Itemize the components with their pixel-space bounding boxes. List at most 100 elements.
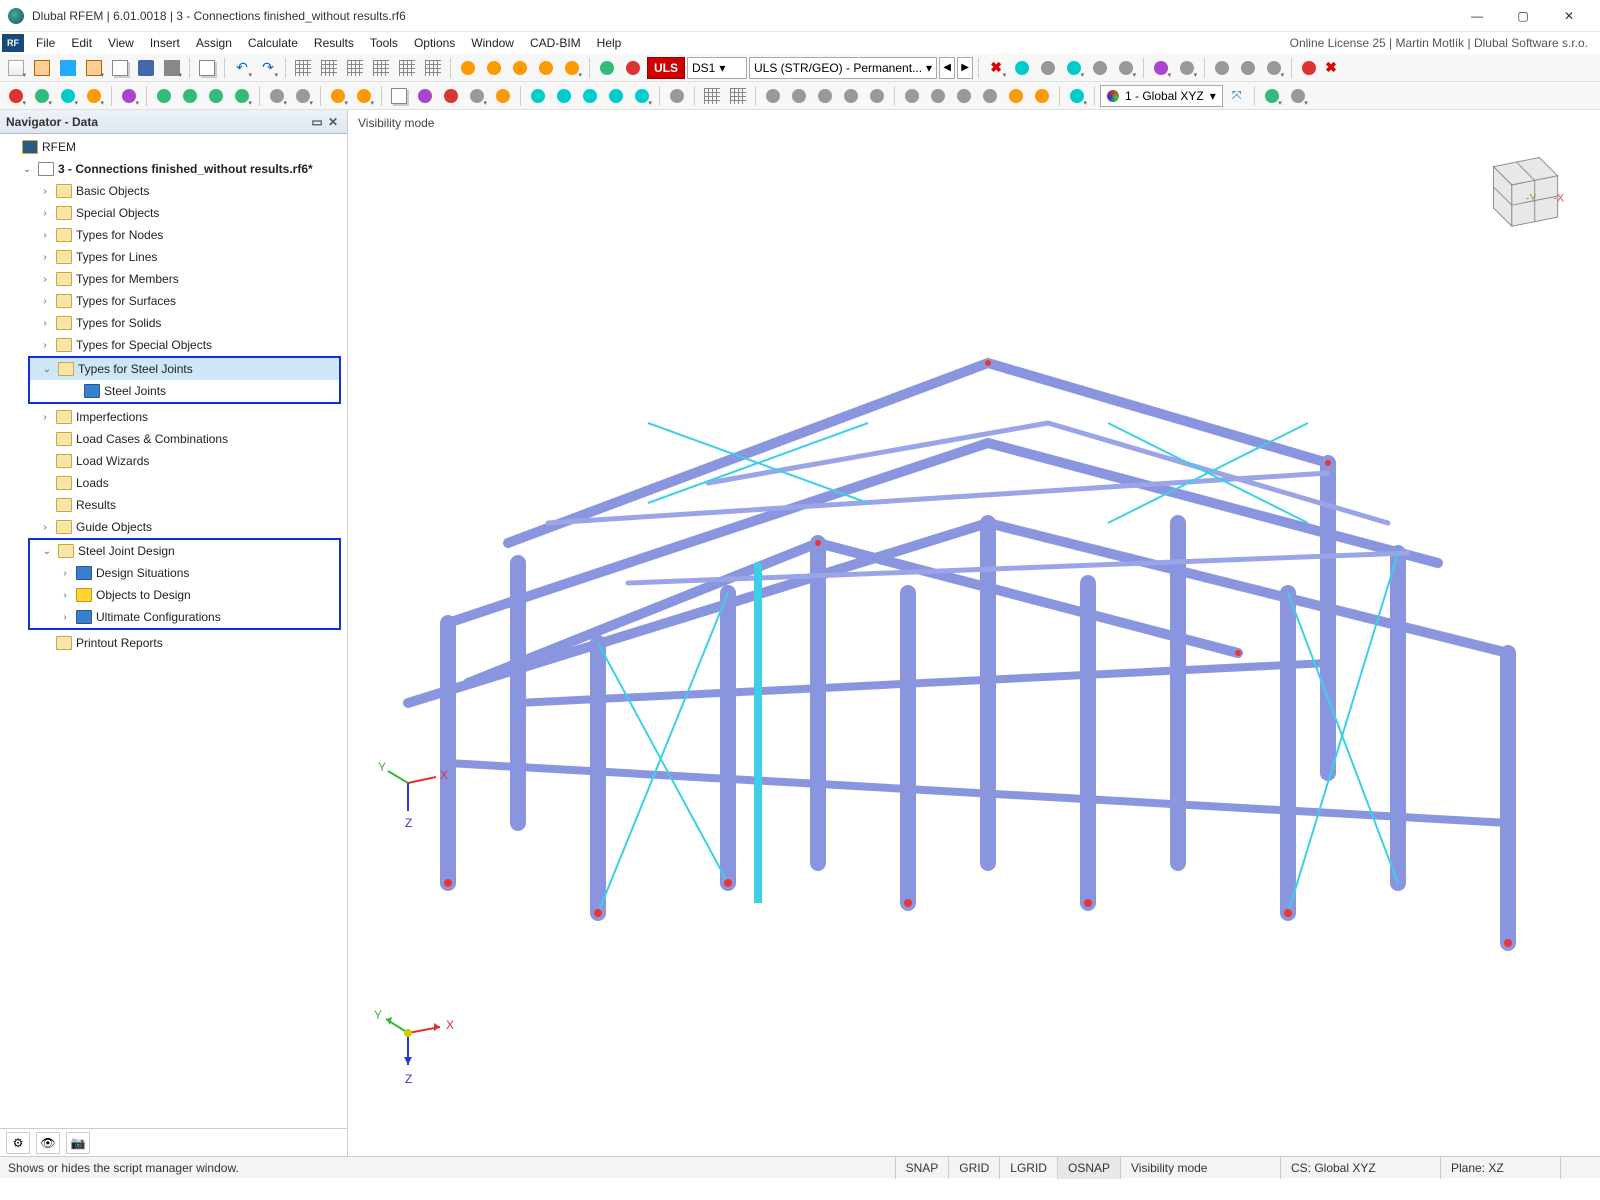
grid-toggle[interactable]: GRID [948, 1157, 999, 1179]
render-button[interactable] [1149, 56, 1173, 80]
block-button[interactable] [56, 56, 80, 80]
camera-button[interactable]: 📷 [66, 1132, 90, 1154]
hinge-button[interactable] [152, 84, 176, 108]
design-type-combo[interactable]: ULS [647, 57, 685, 79]
menu-view[interactable]: View [100, 34, 142, 52]
plane-yz-button[interactable] [952, 84, 976, 108]
zoom-button[interactable] [482, 56, 506, 80]
load-force-button[interactable] [326, 84, 350, 108]
cs-edit-button[interactable] [1225, 84, 1249, 108]
navigator-float-button[interactable]: ▭ [309, 114, 325, 130]
track-button[interactable] [813, 84, 837, 108]
save-button[interactable] [134, 56, 158, 80]
snap-toggle[interactable]: SNAP [895, 1157, 949, 1179]
cs-combo[interactable]: 1 - Global XYZ▾ [1100, 85, 1223, 107]
menu-assign[interactable]: Assign [188, 34, 240, 52]
clip-button[interactable] [1236, 56, 1260, 80]
internal-forces-button[interactable] [1062, 56, 1086, 80]
lgrid-toggle[interactable]: LGRID [999, 1157, 1057, 1179]
results-toggle-button[interactable] [621, 56, 645, 80]
tree-load-cases[interactable]: Load Cases & Combinations [0, 428, 347, 450]
osnap-toggle[interactable]: OSNAP [1057, 1157, 1120, 1179]
dimension-button[interactable] [265, 84, 289, 108]
section-button[interactable] [1210, 56, 1234, 80]
text-button[interactable] [291, 84, 315, 108]
tree-root[interactable]: RFEM [0, 136, 347, 158]
stress-button[interactable] [1088, 56, 1112, 80]
support-button[interactable] [117, 84, 141, 108]
table-extra-button[interactable] [421, 56, 445, 80]
snap-grid-button[interactable] [700, 84, 724, 108]
mirror-button[interactable] [387, 84, 411, 108]
print-button[interactable] [160, 56, 184, 80]
dyn-button[interactable] [839, 84, 863, 108]
minimize-button[interactable]: — [1454, 0, 1500, 32]
undo-button[interactable] [230, 56, 254, 80]
menu-tools[interactable]: Tools [362, 34, 406, 52]
load-case-combo[interactable]: ULS (STR/GEO) - Permanent...▾ [749, 57, 937, 79]
table-misc-button[interactable] [395, 56, 419, 80]
maximize-button[interactable]: ▢ [1500, 0, 1546, 32]
line-button[interactable] [30, 84, 54, 108]
find-button[interactable] [456, 56, 480, 80]
menu-file[interactable]: File [28, 34, 63, 52]
node-button[interactable] [4, 84, 28, 108]
stiffener-button[interactable] [230, 84, 254, 108]
member-button[interactable] [56, 84, 80, 108]
navigator-tree[interactable]: RFEM ⌄3 - Connections finished_without r… [0, 134, 347, 1128]
strain-button[interactable] [1114, 56, 1138, 80]
tree-types-lines[interactable]: ›Types for Lines [0, 246, 347, 268]
polar-button[interactable] [787, 84, 811, 108]
visibility-tab-button[interactable]: 👁 [36, 1132, 60, 1154]
tree-loads[interactable]: Loads [0, 472, 347, 494]
eccentricity-button[interactable] [204, 84, 228, 108]
design-situation-combo[interactable]: DS1▾ [687, 57, 747, 79]
menu-cadbim[interactable]: CAD-BIM [522, 34, 589, 52]
reactions-button[interactable] [1036, 56, 1060, 80]
close-results-icon[interactable]: ✖ [1325, 59, 1337, 76]
tree-objects-to-design[interactable]: ›Objects to Design [30, 584, 339, 606]
tree-results[interactable]: Results [0, 494, 347, 516]
case-next-button[interactable]: ▶ [957, 57, 973, 79]
menu-help[interactable]: Help [589, 34, 630, 52]
model-viewport[interactable]: Visibility mode -Y -X [348, 110, 1600, 1156]
open-button[interactable] [30, 56, 54, 80]
tree-design-situations[interactable]: ›Design Situations [30, 562, 339, 584]
rotate-button[interactable] [413, 84, 437, 108]
join-button[interactable] [630, 84, 654, 108]
close-button[interactable]: ✕ [1546, 0, 1592, 32]
table-results-button[interactable] [317, 56, 341, 80]
tree-steel-joints[interactable]: Steel Joints [30, 380, 339, 402]
surface-button[interactable] [82, 84, 106, 108]
array-button[interactable] [465, 84, 489, 108]
tree-model[interactable]: ⌄3 - Connections finished_without result… [0, 158, 347, 180]
snap-obj-button[interactable] [726, 84, 750, 108]
tree-types-surfaces[interactable]: ›Types for Surfaces [0, 290, 347, 312]
copy-button[interactable] [195, 56, 219, 80]
tree-steel-joint-design[interactable]: ⌄Steel Joint Design [30, 540, 339, 562]
filter-button[interactable] [560, 56, 584, 80]
table-input-button[interactable] [291, 56, 315, 80]
tree-basic-objects[interactable]: ›Basic Objects [0, 180, 347, 202]
delete-results-button[interactable] [1297, 56, 1321, 80]
menu-results[interactable]: Results [306, 34, 362, 52]
project-button[interactable] [82, 56, 106, 80]
mesh-button[interactable] [665, 84, 689, 108]
menu-calculate[interactable]: Calculate [240, 34, 306, 52]
plane-3d-button[interactable] [978, 84, 1002, 108]
menu-window[interactable]: Window [463, 34, 522, 52]
script-manager-button[interactable]: ⚙ [6, 1132, 30, 1154]
plane-xz-button[interactable] [926, 84, 950, 108]
display-button[interactable] [1260, 84, 1284, 108]
loads-toggle-button[interactable] [595, 56, 619, 80]
menu-insert[interactable]: Insert [142, 34, 188, 52]
extend-button[interactable] [552, 84, 576, 108]
deform-button[interactable] [1010, 56, 1034, 80]
tree-types-special[interactable]: ›Types for Special Objects [0, 334, 347, 356]
solid-button[interactable] [491, 84, 515, 108]
tree-guide-objects[interactable]: ›Guide Objects [0, 516, 347, 538]
render2-button[interactable] [1175, 56, 1199, 80]
color-button[interactable] [1286, 84, 1310, 108]
select-button[interactable] [508, 56, 532, 80]
tree-types-steel-joints[interactable]: ⌄Types for Steel Joints [30, 358, 339, 380]
